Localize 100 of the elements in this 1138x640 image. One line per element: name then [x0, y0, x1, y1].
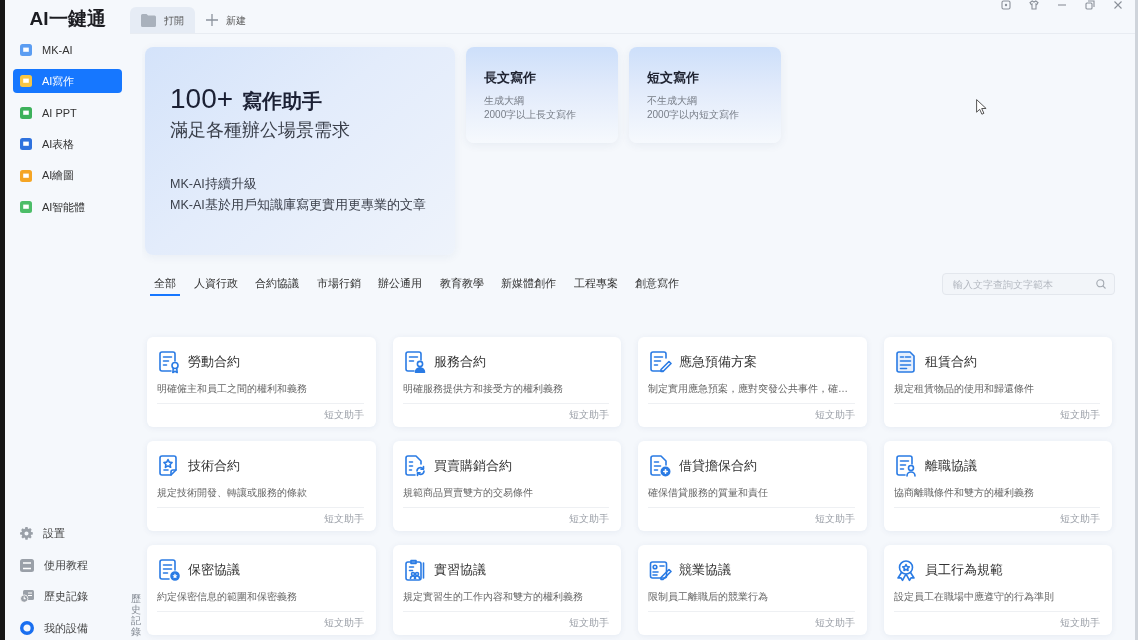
template-card[interactable]: 保密協議 約定保密信息的範圍和保密義務 短文助手	[147, 545, 376, 635]
template-card[interactable]: 買賣購銷合約 規範商品買賣雙方的交易條件 短文助手	[392, 441, 621, 531]
settings-icon	[20, 527, 33, 540]
mode-description: 2000字以內短文寫作	[647, 108, 740, 122]
template-card[interactable]: 離職協議 協商離職條件和雙方的權利義務 短文助手	[883, 441, 1112, 531]
mode-description: 不生成大綱	[647, 94, 697, 108]
mouse-pointer-icon	[976, 98, 987, 115]
ring-icon	[20, 621, 34, 635]
assistant-type-label: 短文助手	[814, 616, 855, 630]
category-tab[interactable]: 新媒體創作	[497, 272, 560, 296]
template-title: 離職協議	[924, 457, 977, 475]
close-icon[interactable]	[1113, 0, 1123, 10]
restore-icon[interactable]	[1085, 0, 1095, 10]
category-tab[interactable]: 創意寫作	[631, 272, 683, 296]
assistant-type-label: 短文助手	[814, 408, 855, 422]
assistant-type-label: 短文助手	[569, 512, 609, 526]
sidebar-item[interactable]: AI繪圖	[13, 163, 122, 188]
document-arrows-icon	[402, 454, 427, 478]
category-tab[interactable]: 人資行政	[189, 272, 242, 296]
assistant-type-label: 短文助手	[323, 616, 364, 630]
plus-icon	[206, 14, 218, 26]
hero-count: 100+	[170, 84, 234, 115]
category-tab[interactable]: 全部	[150, 272, 180, 296]
template-description: 規定技術開發、轉讓或服務的條款	[157, 486, 307, 500]
assistant-type-label: 短文助手	[569, 616, 609, 630]
sidebar-item[interactable]: AI表格	[13, 132, 122, 157]
card-pen-icon	[648, 558, 672, 582]
hero-text: MK-AI基於用戶知識庫寫更實用更專業的文章	[170, 196, 426, 214]
template-title: 保密協議	[188, 561, 240, 579]
folder-icon	[141, 13, 156, 27]
app-logo: AI一鍵通	[29, 8, 106, 30]
document-clock-icon	[20, 590, 34, 603]
category-tab[interactable]: 工程專案	[569, 272, 622, 296]
sidebar-item[interactable]: 歷史記錄	[13, 585, 122, 608]
category-tab[interactable]: 市場行銷	[312, 272, 365, 296]
template-title: 租賃合約	[924, 353, 977, 371]
category-tab[interactable]: 合約協議	[251, 272, 303, 296]
template-description: 明確服務提供方和接受方的權利義務	[402, 382, 563, 396]
notebook-icon	[20, 558, 34, 572]
shirt-icon[interactable]	[1029, 0, 1039, 10]
hero-subtitle: 滿足各種辦公場景需求	[170, 119, 350, 140]
template-card[interactable]: 服務合約 明確服務提供方和接受方的權利義務 短文助手	[392, 337, 621, 427]
sidebar-item[interactable]: AI寫作	[13, 69, 122, 94]
template-description: 設定員工在職場中應遵守的行為準則	[893, 590, 1054, 604]
template-description: 限制員工離職后的競業行為	[648, 590, 768, 604]
assistant-type-label: 短文助手	[323, 408, 364, 422]
template-card[interactable]: 實習協議 規定實習生的工作內容和雙方的權利義務 短文助手	[392, 545, 621, 635]
template-card[interactable]: 技術合約 規定技術開發、轉讓或服務的條款 短文助手	[147, 441, 376, 531]
assistant-type-label: 短文助手	[569, 408, 609, 422]
template-title: 買賣購銷合約	[433, 457, 512, 475]
document-person-icon	[402, 350, 427, 374]
sidebar-item[interactable]: 我的設備	[13, 617, 122, 639]
mode-description: 2000字以上長文寫作	[484, 108, 577, 122]
document-person-icon	[893, 454, 918, 478]
template-title: 勞動合約	[188, 353, 240, 371]
search-icon[interactable]	[1096, 279, 1106, 289]
sidebar-item[interactable]: AI智能體	[13, 194, 122, 219]
open-tab[interactable]: 打開	[130, 7, 195, 33]
template-description: 規定實習生的工作內容和雙方的權利義務	[402, 590, 583, 604]
template-title: 服務合約	[433, 353, 486, 371]
template-card[interactable]: 應急預備方案 制定實用應急預案，應對突發公共事件，確… 短文助手	[638, 337, 867, 427]
assistant-type-label: 短文助手	[1060, 616, 1100, 630]
mode-card[interactable]: 短文寫作 不生成大綱 2000字以內短文寫作	[629, 47, 781, 143]
hero-text: MK-AI持續升級	[170, 175, 257, 193]
mode-title: 短文寫作	[647, 70, 699, 86]
assistant-type-label: 短文助手	[1060, 408, 1100, 422]
template-description: 規範商品買賣雙方的交易條件	[402, 486, 533, 500]
mode-title: 長文寫作	[484, 70, 536, 86]
category-tab[interactable]: 教育教學	[435, 272, 488, 296]
assistant-type-label: 短文助手	[1060, 512, 1100, 526]
document-ribbon-icon	[157, 350, 181, 374]
template-card[interactable]: 租賃合約 規定租賃物品的使用和歸還條件 短文助手	[883, 337, 1112, 427]
template-title: 實習協議	[433, 561, 486, 579]
clipboard-people-icon	[402, 558, 427, 582]
template-title: 技術合約	[188, 457, 240, 475]
template-description: 規定租賃物品的使用和歸還條件	[893, 382, 1034, 396]
sidebar-item[interactable]: AI PPT	[13, 100, 122, 125]
template-title: 員工行為規範	[924, 561, 1003, 579]
history-tab[interactable]: 歷史記錄	[131, 593, 141, 637]
template-description: 確保借貸服務的質量和責任	[648, 486, 768, 500]
template-card[interactable]: 借貸擔保合約 確保借貸服務的質量和責任 短文助手	[638, 441, 867, 531]
template-title: 競業協議	[679, 561, 731, 579]
template-card[interactable]: 競業協議 限制員工離職后的競業行為 短文助手	[638, 545, 867, 635]
category-tab[interactable]: 辦公通用	[374, 272, 426, 296]
new-tab-button[interactable]: 新建	[195, 7, 257, 33]
document-lines-icon	[893, 350, 918, 374]
assistant-type-label: 短文助手	[323, 512, 364, 526]
template-description: 制定實用應急預案，應對突發公共事件，確…	[648, 382, 848, 396]
template-description: 約定保密信息的範圍和保密義務	[157, 590, 297, 604]
template-card[interactable]: 員工行為規範 設定員工在職場中應遵守的行為準則 短文助手	[883, 545, 1112, 635]
tile-icon[interactable]	[1001, 0, 1011, 10]
sidebar-item[interactable]: 設置	[13, 522, 122, 545]
sidebar-item[interactable]: 使用教程	[13, 554, 122, 576]
sidebar-item[interactable]: MK-AI	[13, 38, 122, 62]
document-plus-icon	[648, 454, 672, 478]
document-pen-icon	[648, 350, 672, 374]
template-card[interactable]: 勞動合約 明確僱主和員工之間的權利和義務 短文助手	[147, 337, 376, 427]
mode-description: 生成大綱	[484, 94, 524, 108]
mode-card[interactable]: 長文寫作 生成大綱 2000字以上長文寫作	[466, 47, 618, 143]
template-description: 明確僱主和員工之間的權利和義務	[157, 382, 307, 396]
